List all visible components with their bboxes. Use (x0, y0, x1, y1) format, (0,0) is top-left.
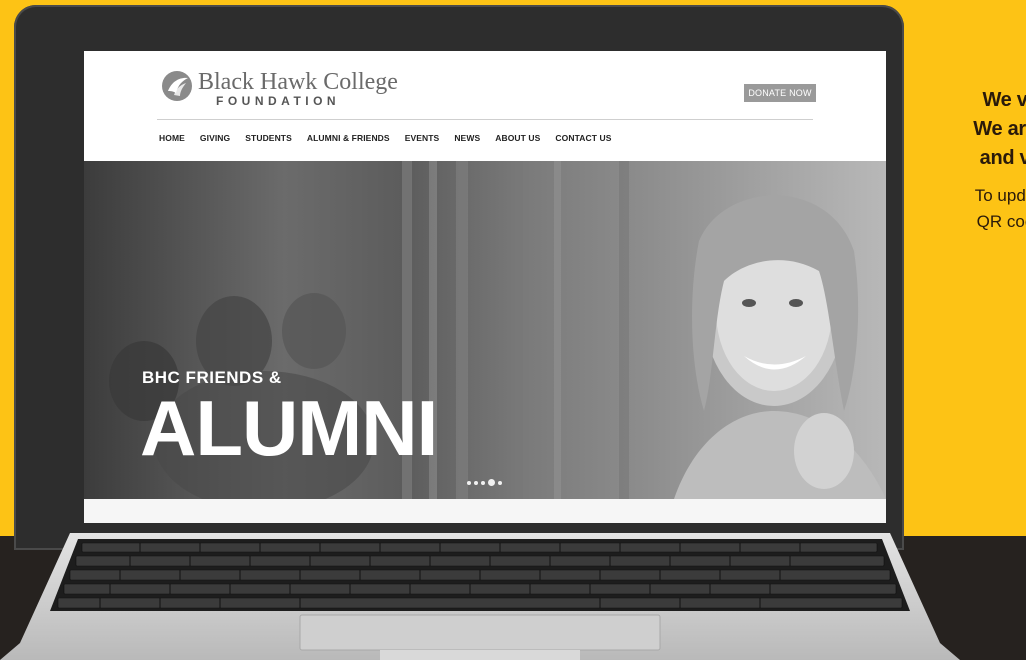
page-below-hero (84, 499, 886, 523)
nav-contact-us[interactable]: CONTACT US (555, 133, 611, 143)
slide-dot-5[interactable] (498, 480, 502, 485)
promo-line-4: To upda (974, 186, 1026, 205)
slide-dot-3[interactable] (481, 480, 485, 485)
logo-name: Black Hawk College (198, 69, 398, 95)
nav-about-us[interactable]: ABOUT US (495, 133, 540, 143)
promo-line-1: We v (982, 89, 1026, 111)
laptop-screen: Black Hawk College FOUNDATION DONATE NOW… (84, 51, 886, 523)
header-divider (157, 119, 813, 120)
nav-home[interactable]: HOME (159, 133, 185, 143)
slide-dot-1[interactable] (467, 480, 471, 485)
laptop-keyboard-base (0, 533, 960, 660)
nav-events[interactable]: EVENTS (405, 133, 440, 143)
slide-dot-2[interactable] (474, 480, 478, 485)
nav-news[interactable]: NEWS (454, 133, 480, 143)
hero-title: ALUMNI (140, 384, 438, 472)
slide-dot-4-active[interactable] (488, 479, 495, 486)
slider-pagination (467, 479, 502, 486)
nav-giving[interactable]: GIVING (200, 133, 230, 143)
hawk-logo-icon (162, 71, 192, 101)
donate-now-button[interactable]: DONATE NOW (744, 84, 816, 102)
nav-students[interactable]: STUDENTS (245, 133, 292, 143)
logo-subtitle: FOUNDATION (216, 94, 341, 108)
nav-alumni-friends[interactable]: ALUMNI & FRIENDS (307, 133, 390, 143)
promo-line-2: We are (973, 118, 1026, 140)
promo-line-3: and v (979, 147, 1026, 169)
promo-line-5: QR coc (976, 212, 1026, 231)
site-header: Black Hawk College FOUNDATION DONATE NOW… (84, 51, 886, 161)
main-nav: HOME GIVING STUDENTS ALUMNI & FRIENDS EV… (159, 133, 612, 143)
laptop-lid: Black Hawk College FOUNDATION DONATE NOW… (14, 5, 904, 550)
promo-text: We v We are and v To upda QR coc (905, 86, 1026, 235)
hero-slider[interactable]: BHC FRIENDS & ALUMNI (84, 161, 886, 499)
site-logo[interactable]: Black Hawk College FOUNDATION (160, 69, 398, 107)
trackpad (299, 614, 661, 651)
